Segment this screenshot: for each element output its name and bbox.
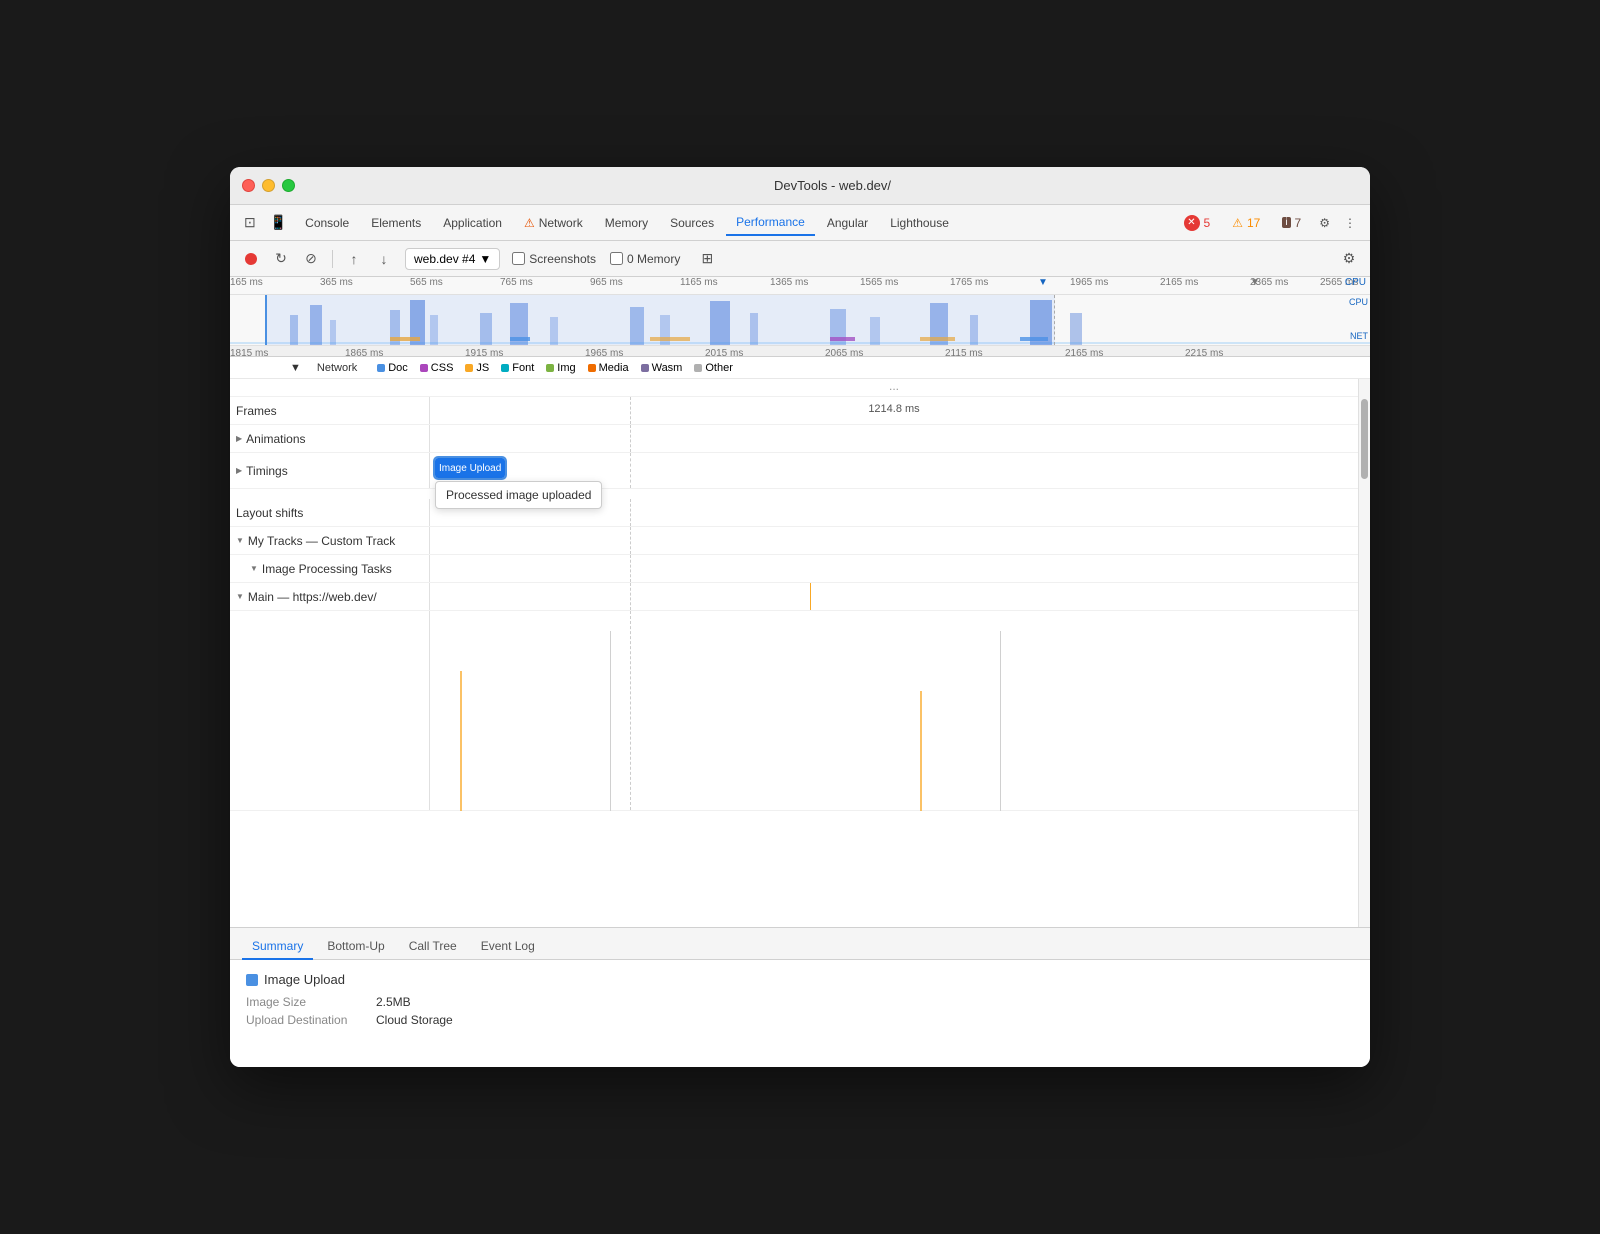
overview-chart[interactable]: CPU NET	[230, 295, 1370, 345]
network-label: Network	[317, 362, 357, 374]
timeline-container: 165 ms 365 ms 565 ms 765 ms 965 ms 1165 …	[230, 277, 1370, 927]
memory-checkbox[interactable]: 0 Memory	[610, 252, 680, 266]
main-split: ... Frames 1214.8 ms	[230, 379, 1370, 927]
image-upload-marker[interactable]: Image Upload	[435, 458, 505, 478]
main-track-area[interactable]	[230, 611, 1358, 811]
track-row-layout-shifts[interactable]: Layout shifts	[230, 499, 1358, 527]
track-label-frames[interactable]: Frames	[230, 397, 430, 424]
track-row-frames[interactable]: Frames 1214.8 ms	[230, 397, 1358, 425]
traffic-lights	[242, 179, 295, 192]
devtools-window: DevTools - web.dev/ ⊡ 📱 Console Elements…	[230, 167, 1370, 1067]
tab-call-tree[interactable]: Call Tree	[399, 934, 467, 960]
track-label-main[interactable]: ▼ Main — https://web.dev/	[230, 583, 430, 610]
tracks-panel[interactable]: ... Frames 1214.8 ms	[230, 379, 1358, 927]
track-label-layout-shifts[interactable]: Layout shifts	[230, 499, 430, 526]
yellow-line-3	[920, 691, 922, 811]
bottom-tabs: Summary Bottom-Up Call Tree Event Log	[230, 928, 1370, 960]
overview-panel[interactable]: 165 ms 365 ms 565 ms 765 ms 965 ms 1165 …	[230, 277, 1370, 357]
track-row-my-tracks[interactable]: ▼ My Tracks — Custom Track	[230, 527, 1358, 555]
summary-row-upload-dest: Upload Destination Cloud Storage	[246, 1013, 1354, 1027]
toolbar: ↻ ⊘ ↑ ↓ web.dev #4 ▼ Screenshots 0 Memor…	[230, 241, 1370, 277]
profile-selector[interactable]: web.dev #4 ▼	[405, 248, 500, 270]
tab-application[interactable]: Application	[433, 211, 512, 235]
title-bar: DevTools - web.dev/	[230, 167, 1370, 205]
minimize-button[interactable]	[262, 179, 275, 192]
tab-angular[interactable]: Angular	[817, 211, 878, 235]
summary-color-indicator	[246, 974, 258, 986]
tab-console[interactable]: Console	[295, 211, 359, 235]
window-title: DevTools - web.dev/	[307, 178, 1358, 193]
info-badge[interactable]: i 7	[1272, 211, 1311, 235]
track-dots-row: ...	[230, 379, 1358, 397]
tab-network[interactable]: ⚠ Network	[514, 211, 593, 235]
main-expand-icon: ▼	[236, 592, 244, 601]
flame-chart	[430, 611, 1358, 810]
summary-row-image-size: Image Size 2.5MB	[246, 995, 1354, 1009]
upload-button[interactable]: ↑	[341, 246, 367, 272]
track-row-image-proc[interactable]: ▼ Image Processing Tasks	[230, 555, 1358, 583]
tab-performance[interactable]: Performance	[726, 210, 815, 236]
error-badge[interactable]: ✕ 5	[1174, 210, 1221, 236]
record-button[interactable]	[238, 246, 264, 272]
legend-css: CSS	[420, 362, 454, 374]
my-tracks-expand-icon: ▼	[236, 536, 244, 545]
tab-bar: ⊡ 📱 Console Elements Application ⚠ Netwo…	[230, 205, 1370, 241]
download-button[interactable]: ↓	[371, 246, 397, 272]
separator	[332, 250, 333, 268]
settings-toolbar-icon[interactable]: ⚙	[1336, 246, 1362, 272]
track-row-main[interactable]: ▼ Main — https://web.dev/	[230, 583, 1358, 611]
legend-js: JS	[465, 362, 489, 374]
close-button[interactable]	[242, 179, 255, 192]
overview-ruler: 165 ms 365 ms 565 ms 765 ms 965 ms 1165 …	[230, 277, 1370, 295]
tab-event-log[interactable]: Event Log	[471, 934, 545, 960]
track-label-image-proc[interactable]: ▼ Image Processing Tasks	[230, 555, 430, 582]
more-icon[interactable]: ⋮	[1338, 212, 1362, 234]
bottom-content: Image Upload Image Size 2.5MB Upload Des…	[230, 960, 1370, 1067]
tab-bottom-up[interactable]: Bottom-Up	[317, 934, 394, 960]
yellow-line-1	[810, 583, 811, 610]
track-label-my-tracks[interactable]: ▼ My Tracks — Custom Track	[230, 527, 430, 554]
screenshots-checkbox[interactable]: Screenshots	[512, 252, 596, 266]
summary-title: Image Upload	[246, 972, 1354, 987]
yellow-line-2	[460, 671, 462, 811]
tab-elements[interactable]: Elements	[361, 211, 431, 235]
track-label-timings[interactable]: ▶ Timings	[230, 453, 430, 488]
track-row-animations[interactable]: ▶ Animations	[230, 425, 1358, 453]
tab-sources[interactable]: Sources	[660, 211, 724, 235]
legend-img: Img	[546, 362, 575, 374]
settings-icon[interactable]: ⚙	[1313, 212, 1336, 234]
clear-button[interactable]: ⊘	[298, 246, 324, 272]
maximize-button[interactable]	[282, 179, 295, 192]
timing-tooltip: Processed image uploaded	[435, 481, 602, 509]
tab-lighthouse[interactable]: Lighthouse	[880, 211, 959, 235]
secondary-ruler: 1815 ms 1865 ms 1915 ms 1965 ms 2015 ms …	[230, 345, 1370, 357]
track-label-animations[interactable]: ▶ Animations	[230, 425, 430, 452]
animations-expand-icon: ▶	[236, 434, 242, 443]
tab-memory[interactable]: Memory	[595, 211, 658, 235]
scrollbar[interactable]	[1358, 379, 1370, 927]
network-legend: ▼ Network Doc CSS JS Font Img	[230, 357, 1370, 379]
capture-settings-icon[interactable]: ⊞	[694, 246, 720, 272]
refresh-button[interactable]: ↻	[268, 246, 294, 272]
bottom-panel: Summary Bottom-Up Call Tree Event Log Im…	[230, 927, 1370, 1067]
timings-expand-icon: ▶	[236, 466, 242, 475]
inspect-icon[interactable]: ⊡	[238, 210, 262, 235]
image-proc-expand-icon: ▼	[250, 564, 258, 573]
legend-doc: Doc	[377, 362, 408, 374]
legend-wasm: Wasm	[641, 362, 683, 374]
scrollbar-thumb[interactable]	[1361, 399, 1368, 479]
warning-badge[interactable]: ⚠ 17	[1222, 211, 1270, 235]
record-icon	[245, 253, 257, 265]
toolbar-checkboxes: Screenshots 0 Memory ⊞	[512, 246, 720, 272]
legend-media: Media	[588, 362, 629, 374]
device-icon[interactable]: 📱	[264, 210, 293, 235]
legend-other: Other	[694, 362, 733, 374]
overview-svg	[230, 295, 1370, 345]
tab-summary[interactable]: Summary	[242, 934, 313, 960]
track-row-timings[interactable]: ▶ Timings Image Upload Processed image u…	[230, 453, 1358, 489]
legend-font: Font	[501, 362, 534, 374]
